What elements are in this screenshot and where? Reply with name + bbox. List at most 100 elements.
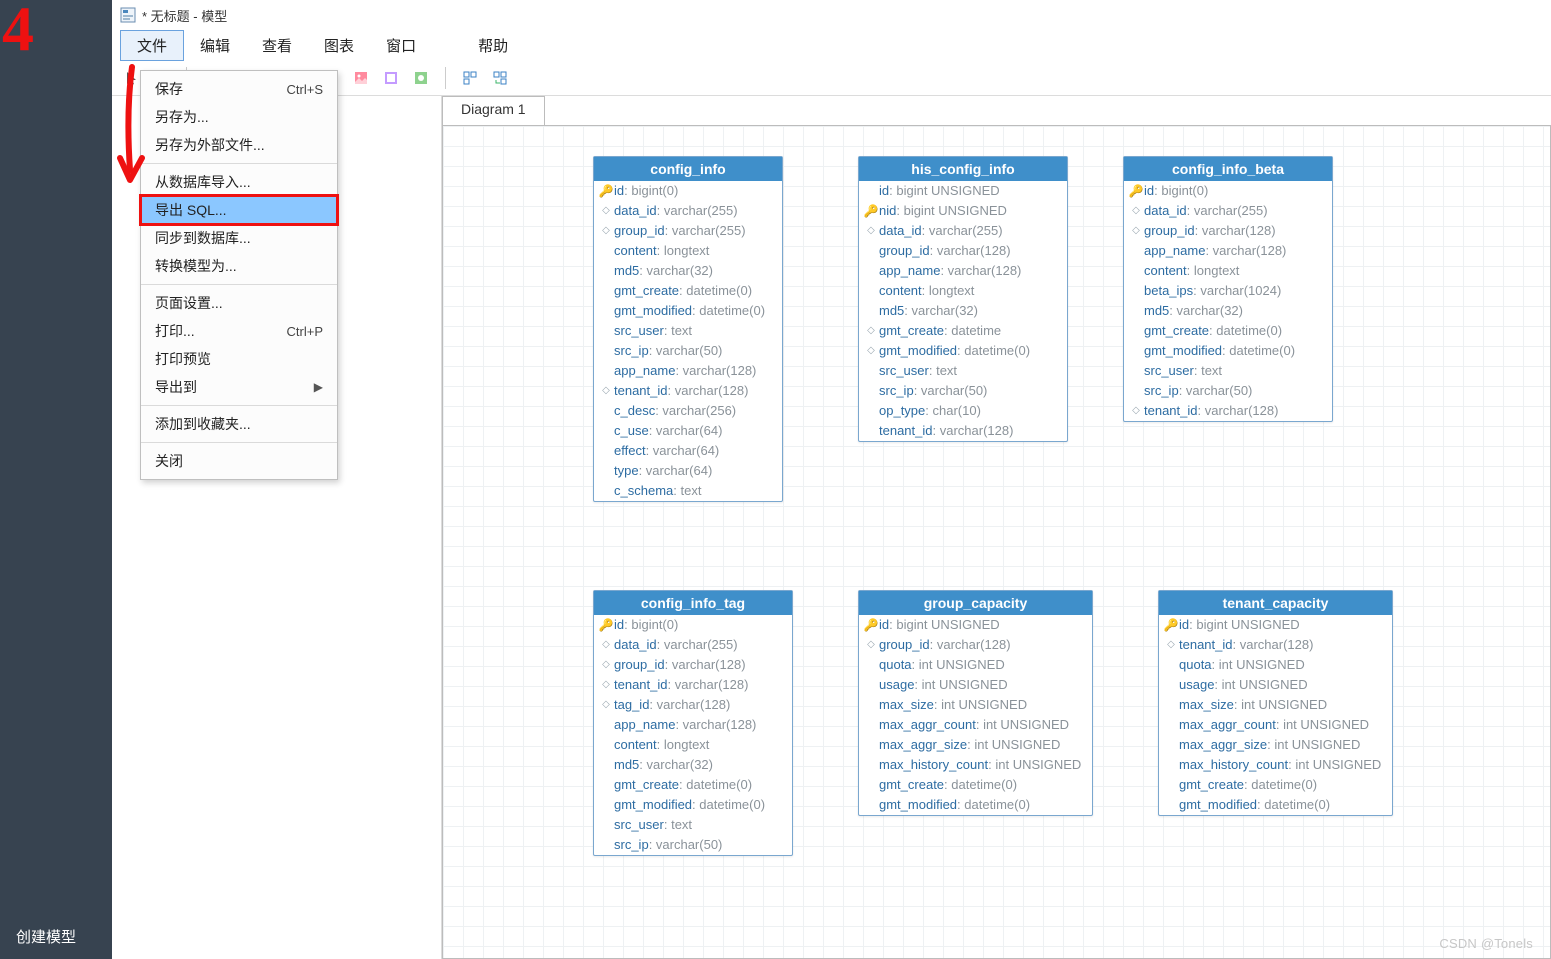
- menu-window[interactable]: 窗口: [370, 31, 432, 60]
- entity-column[interactable]: gmt_create: datetime(0): [859, 775, 1092, 795]
- entity-column[interactable]: ◇gmt_modified: datetime(0): [859, 341, 1067, 361]
- entity-column[interactable]: type: varchar(64): [594, 461, 782, 481]
- entity-column[interactable]: md5: varchar(32): [859, 301, 1067, 321]
- entity-column[interactable]: md5: varchar(32): [594, 755, 792, 775]
- menu-item[interactable]: 另存为...: [141, 103, 337, 131]
- entity-column[interactable]: gmt_modified: datetime(0): [1159, 795, 1392, 815]
- menu-help[interactable]: 帮助: [462, 31, 524, 60]
- menu-item[interactable]: 保存Ctrl+S: [141, 75, 337, 103]
- menu-item[interactable]: 同步到数据库...: [141, 224, 337, 252]
- entity-column[interactable]: 🔑id: bigint(0): [594, 181, 782, 201]
- entity-column[interactable]: c_desc: varchar(256): [594, 401, 782, 421]
- entity-column[interactable]: tenant_id: varchar(128): [859, 421, 1067, 441]
- menu-item[interactable]: 导出 SQL...: [141, 196, 337, 224]
- entity-column[interactable]: ◇data_id: varchar(255): [594, 635, 792, 655]
- entity-column[interactable]: content: longtext: [594, 241, 782, 261]
- entity-column[interactable]: gmt_create: datetime(0): [1124, 321, 1332, 341]
- entity-column[interactable]: md5: varchar(32): [1124, 301, 1332, 321]
- menu-item[interactable]: 从数据库导入...: [141, 168, 337, 196]
- menu-item[interactable]: 转换模型为...: [141, 252, 337, 280]
- entity-column[interactable]: gmt_create: datetime(0): [1159, 775, 1392, 795]
- entity-column[interactable]: gmt_modified: datetime(0): [1124, 341, 1332, 361]
- entity-column[interactable]: ◇tenant_id: varchar(128): [594, 381, 782, 401]
- entity-column[interactable]: app_name: varchar(128): [594, 361, 782, 381]
- entity-column[interactable]: ◇gmt_create: datetime: [859, 321, 1067, 341]
- entity-column[interactable]: ◇group_id: varchar(128): [1124, 221, 1332, 241]
- entity-column[interactable]: max_size: int UNSIGNED: [1159, 695, 1392, 715]
- entity-column[interactable]: usage: int UNSIGNED: [859, 675, 1092, 695]
- entity-column[interactable]: ◇tenant_id: varchar(128): [594, 675, 792, 695]
- entity-column[interactable]: quota: int UNSIGNED: [859, 655, 1092, 675]
- entity-column[interactable]: c_use: varchar(64): [594, 421, 782, 441]
- entity-column[interactable]: usage: int UNSIGNED: [1159, 675, 1392, 695]
- tool-autoarr1-icon[interactable]: [458, 66, 482, 90]
- entity-column[interactable]: app_name: varchar(128): [1124, 241, 1332, 261]
- diagram-tab[interactable]: Diagram 1: [442, 96, 545, 126]
- menu-file[interactable]: 文件: [120, 30, 184, 61]
- entity-column[interactable]: ◇data_id: varchar(255): [859, 221, 1067, 241]
- entity-column[interactable]: ◇data_id: varchar(255): [1124, 201, 1332, 221]
- entity-column[interactable]: src_user: text: [594, 815, 792, 835]
- entity-column[interactable]: 🔑id: bigint UNSIGNED: [1159, 615, 1392, 635]
- entity-table[interactable]: tenant_capacity🔑id: bigint UNSIGNED◇tena…: [1158, 590, 1393, 816]
- entity-column[interactable]: 🔑nid: bigint UNSIGNED: [859, 201, 1067, 221]
- entity-column[interactable]: md5: varchar(32): [594, 261, 782, 281]
- menu-edit[interactable]: 编辑: [184, 31, 246, 60]
- menu-item[interactable]: 打印...Ctrl+P: [141, 317, 337, 345]
- entity-table[interactable]: group_capacity🔑id: bigint UNSIGNED◇group…: [858, 590, 1093, 816]
- entity-column[interactable]: src_ip: varchar(50): [859, 381, 1067, 401]
- menu-item[interactable]: 另存为外部文件...: [141, 131, 337, 159]
- entity-column[interactable]: ◇group_id: varchar(128): [594, 655, 792, 675]
- entity-column[interactable]: gmt_modified: datetime(0): [859, 795, 1092, 815]
- entity-column[interactable]: ◇data_id: varchar(255): [594, 201, 782, 221]
- entity-column[interactable]: content: longtext: [594, 735, 792, 755]
- entity-column[interactable]: src_ip: varchar(50): [594, 341, 782, 361]
- entity-column[interactable]: max_aggr_size: int UNSIGNED: [859, 735, 1092, 755]
- entity-column[interactable]: op_type: char(10): [859, 401, 1067, 421]
- entity-table[interactable]: config_info_tag🔑id: bigint(0)◇data_id: v…: [593, 590, 793, 856]
- entity-table[interactable]: config_info_beta🔑id: bigint(0)◇data_id: …: [1123, 156, 1333, 422]
- entity-column[interactable]: group_id: varchar(128): [859, 241, 1067, 261]
- tool-image-icon[interactable]: [349, 66, 373, 90]
- entity-column[interactable]: 🔑id: bigint(0): [594, 615, 792, 635]
- menu-item[interactable]: 打印预览: [141, 345, 337, 373]
- entity-column[interactable]: content: longtext: [859, 281, 1067, 301]
- entity-column[interactable]: gmt_create: datetime(0): [594, 775, 792, 795]
- entity-column[interactable]: ◇group_id: varchar(128): [859, 635, 1092, 655]
- entity-column[interactable]: max_aggr_size: int UNSIGNED: [1159, 735, 1392, 755]
- entity-column[interactable]: max_aggr_count: int UNSIGNED: [859, 715, 1092, 735]
- menu-view[interactable]: 查看: [246, 31, 308, 60]
- menu-item[interactable]: 导出到▶: [141, 373, 337, 401]
- entity-column[interactable]: ◇tag_id: varchar(128): [594, 695, 792, 715]
- entity-column[interactable]: id: bigint UNSIGNED: [859, 181, 1067, 201]
- entity-table[interactable]: his_config_infoid: bigint UNSIGNED🔑nid: …: [858, 156, 1068, 442]
- menu-item[interactable]: 页面设置...: [141, 289, 337, 317]
- entity-column[interactable]: max_size: int UNSIGNED: [859, 695, 1092, 715]
- diagram-canvas[interactable]: config_info🔑id: bigint(0)◇data_id: varch…: [442, 125, 1551, 959]
- entity-column[interactable]: max_history_count: int UNSIGNED: [859, 755, 1092, 775]
- entity-column[interactable]: ◇tenant_id: varchar(128): [1124, 401, 1332, 421]
- create-model-label[interactable]: 创建模型: [16, 926, 76, 947]
- tool-layer-icon[interactable]: [379, 66, 403, 90]
- entity-column[interactable]: ◇group_id: varchar(255): [594, 221, 782, 241]
- entity-column[interactable]: gmt_modified: datetime(0): [594, 301, 782, 321]
- entity-column[interactable]: 🔑id: bigint(0): [1124, 181, 1332, 201]
- tool-autoarr2-icon[interactable]: [488, 66, 512, 90]
- menu-item[interactable]: 添加到收藏夹...: [141, 410, 337, 438]
- entity-column[interactable]: ◇tenant_id: varchar(128): [1159, 635, 1392, 655]
- entity-column[interactable]: effect: varchar(64): [594, 441, 782, 461]
- menu-diagram[interactable]: 图表: [308, 31, 370, 60]
- entity-column[interactable]: content: longtext: [1124, 261, 1332, 281]
- entity-column[interactable]: src_user: text: [1124, 361, 1332, 381]
- entity-column[interactable]: gmt_create: datetime(0): [594, 281, 782, 301]
- entity-column[interactable]: quota: int UNSIGNED: [1159, 655, 1392, 675]
- entity-column[interactable]: src_ip: varchar(50): [594, 835, 792, 855]
- entity-column[interactable]: src_user: text: [859, 361, 1067, 381]
- entity-column[interactable]: beta_ips: varchar(1024): [1124, 281, 1332, 301]
- menu-item[interactable]: 关闭: [141, 447, 337, 475]
- entity-column[interactable]: 🔑id: bigint UNSIGNED: [859, 615, 1092, 635]
- entity-column[interactable]: src_user: text: [594, 321, 782, 341]
- entity-column[interactable]: gmt_modified: datetime(0): [594, 795, 792, 815]
- entity-column[interactable]: max_history_count: int UNSIGNED: [1159, 755, 1392, 775]
- tool-shape-icon[interactable]: [409, 66, 433, 90]
